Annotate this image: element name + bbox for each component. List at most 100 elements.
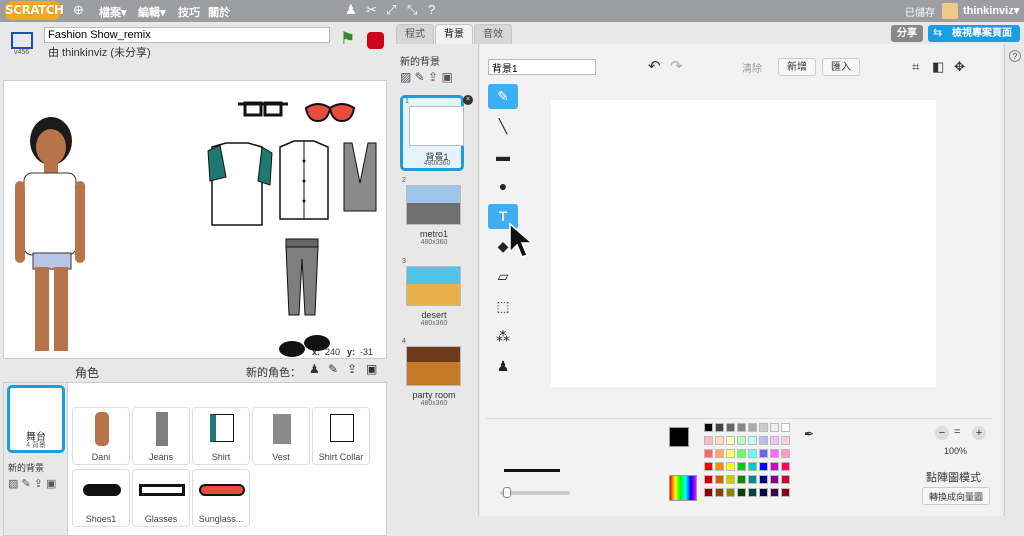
backdrop-item-2[interactable]: 2 metro1 480x360: [400, 177, 464, 253]
color-swatch[interactable]: [704, 436, 713, 445]
stage-canvas[interactable]: [3, 80, 387, 364]
ellipse-tool[interactable]: ●: [488, 174, 518, 199]
sprite-tile-sunglasses[interactable]: Sunglass...: [192, 469, 250, 527]
backdrop-item-3[interactable]: 3 desert 480x360: [400, 258, 464, 334]
color-swatch[interactable]: [770, 488, 779, 497]
color-swatch[interactable]: [704, 462, 713, 471]
paint-sprite-icon[interactable]: ✎: [328, 362, 338, 376]
shrink-icon[interactable]: ⤡: [407, 2, 417, 18]
jeans-sprite[interactable]: [285, 238, 319, 316]
color-swatch[interactable]: [726, 436, 735, 445]
color-swatch[interactable]: [748, 449, 757, 458]
help-icon[interactable]: ?: [428, 2, 435, 17]
color-swatch[interactable]: [770, 423, 779, 432]
help-icon[interactable]: ?: [1009, 50, 1021, 62]
clear-button[interactable]: 清除: [742, 60, 762, 75]
menu-tips[interactable]: 技巧: [178, 4, 200, 20]
redo-icon[interactable]: ↷: [670, 57, 683, 75]
rectangle-tool[interactable]: ▬: [488, 144, 518, 169]
sunglasses-sprite[interactable]: [304, 103, 356, 123]
stamp-tool[interactable]: ♟: [488, 354, 518, 379]
avatar[interactable]: [942, 3, 958, 19]
add-button[interactable]: 新增: [778, 58, 816, 76]
tab-code[interactable]: 程式: [396, 24, 434, 44]
grow-icon[interactable]: ⤢: [386, 2, 396, 18]
glasses-sprite[interactable]: [238, 101, 288, 117]
color-swatch[interactable]: [704, 423, 713, 432]
backdrop-new-tools[interactable]: ▨ ✎ ⇪ ▣: [400, 70, 453, 84]
sprite-tile-shirt-collar[interactable]: Shirt Collar: [312, 407, 370, 465]
color-swatch[interactable]: [726, 449, 735, 458]
shirt-collar-sprite[interactable]: [279, 140, 329, 220]
duplicate-stamp-icon[interactable]: ♟: [345, 2, 357, 18]
color-swatch[interactable]: [737, 423, 746, 432]
color-swatch[interactable]: [748, 436, 757, 445]
color-swatch[interactable]: [715, 462, 724, 471]
color-swatch[interactable]: [715, 475, 724, 484]
zoom-out-icon[interactable]: −: [935, 426, 949, 440]
flip-horizontal-icon[interactable]: ◧: [932, 59, 944, 75]
color-swatch[interactable]: [726, 423, 735, 432]
sprite-tile-shirt[interactable]: Shirt: [192, 407, 250, 465]
undo-icon[interactable]: ↶: [648, 57, 661, 75]
color-swatch[interactable]: [781, 449, 790, 458]
color-swatch[interactable]: [726, 488, 735, 497]
color-swatch[interactable]: [781, 462, 790, 471]
color-swatch[interactable]: [759, 423, 768, 432]
color-swatch[interactable]: [770, 475, 779, 484]
tab-sounds[interactable]: 音效: [474, 24, 512, 44]
color-swatch[interactable]: [759, 462, 768, 471]
eraser-tool[interactable]: ▱: [488, 264, 518, 289]
user-menu[interactable]: thinkinviz▾: [963, 4, 1019, 17]
color-swatch[interactable]: [748, 423, 757, 432]
delete-backdrop-icon[interactable]: ×: [463, 95, 473, 105]
scratch-logo[interactable]: SCRATCH: [5, 1, 64, 20]
color-swatch[interactable]: [726, 462, 735, 471]
color-swatch[interactable]: [748, 462, 757, 471]
crop-icon[interactable]: ⌗: [912, 59, 919, 75]
color-swatch[interactable]: [715, 436, 724, 445]
costume-name-input[interactable]: [488, 59, 596, 75]
convert-to-vector-button[interactable]: 轉換成向量圖: [922, 487, 990, 505]
backdrop-item-4[interactable]: 4 party room 480x360: [400, 338, 464, 414]
color-swatch[interactable]: [726, 475, 735, 484]
color-swatch[interactable]: [715, 488, 724, 497]
primary-color[interactable]: [669, 427, 689, 447]
color-swatch[interactable]: [759, 449, 768, 458]
color-swatch[interactable]: [770, 462, 779, 471]
color-swatch[interactable]: [759, 488, 768, 497]
set-costume-center-icon[interactable]: ✥: [954, 59, 965, 75]
menu-about[interactable]: 關於: [208, 4, 230, 20]
color-swatch[interactable]: [748, 475, 757, 484]
color-swatch[interactable]: [704, 488, 713, 497]
color-swatch[interactable]: [737, 449, 746, 458]
color-swatch[interactable]: [715, 449, 724, 458]
project-title-input[interactable]: [44, 27, 330, 43]
shirt-sprite[interactable]: [207, 142, 273, 226]
color-swatch[interactable]: [781, 436, 790, 445]
sprite-tile-dani[interactable]: Dani: [72, 407, 130, 465]
color-swatch[interactable]: [781, 423, 790, 432]
color-swatch[interactable]: [781, 488, 790, 497]
select-erase-tool[interactable]: ⁂: [488, 324, 518, 349]
color-swatch[interactable]: [715, 423, 724, 432]
stage-tile[interactable]: 舞台 4 背景: [7, 385, 65, 453]
camera-sprite-icon[interactable]: ▣: [366, 362, 377, 376]
sprite-tile-vest[interactable]: Vest: [252, 407, 310, 465]
globe-icon[interactable]: ⊕: [73, 2, 84, 18]
sprite-library-icon[interactable]: ♟: [309, 362, 320, 376]
paint-canvas[interactable]: [551, 100, 936, 387]
select-tool[interactable]: ⬚: [488, 294, 518, 319]
tab-backdrops[interactable]: 背景: [435, 24, 473, 44]
color-swatch[interactable]: [770, 436, 779, 445]
fullscreen-icon[interactable]: [11, 32, 33, 49]
line-width-slider-handle[interactable]: [503, 487, 511, 498]
shoes-sprite[interactable]: [279, 335, 330, 357]
line-tool[interactable]: ╲: [488, 114, 518, 139]
share-button[interactable]: 分享: [891, 25, 923, 42]
color-swatch[interactable]: [704, 449, 713, 458]
backdrop-tools[interactable]: ▨ ✎ ⇪ ▣: [8, 477, 56, 490]
backdrop-item-1[interactable]: 1 背景1 480x360 ×: [400, 95, 473, 171]
color-swatch[interactable]: [737, 462, 746, 471]
color-swatch[interactable]: [737, 488, 746, 497]
